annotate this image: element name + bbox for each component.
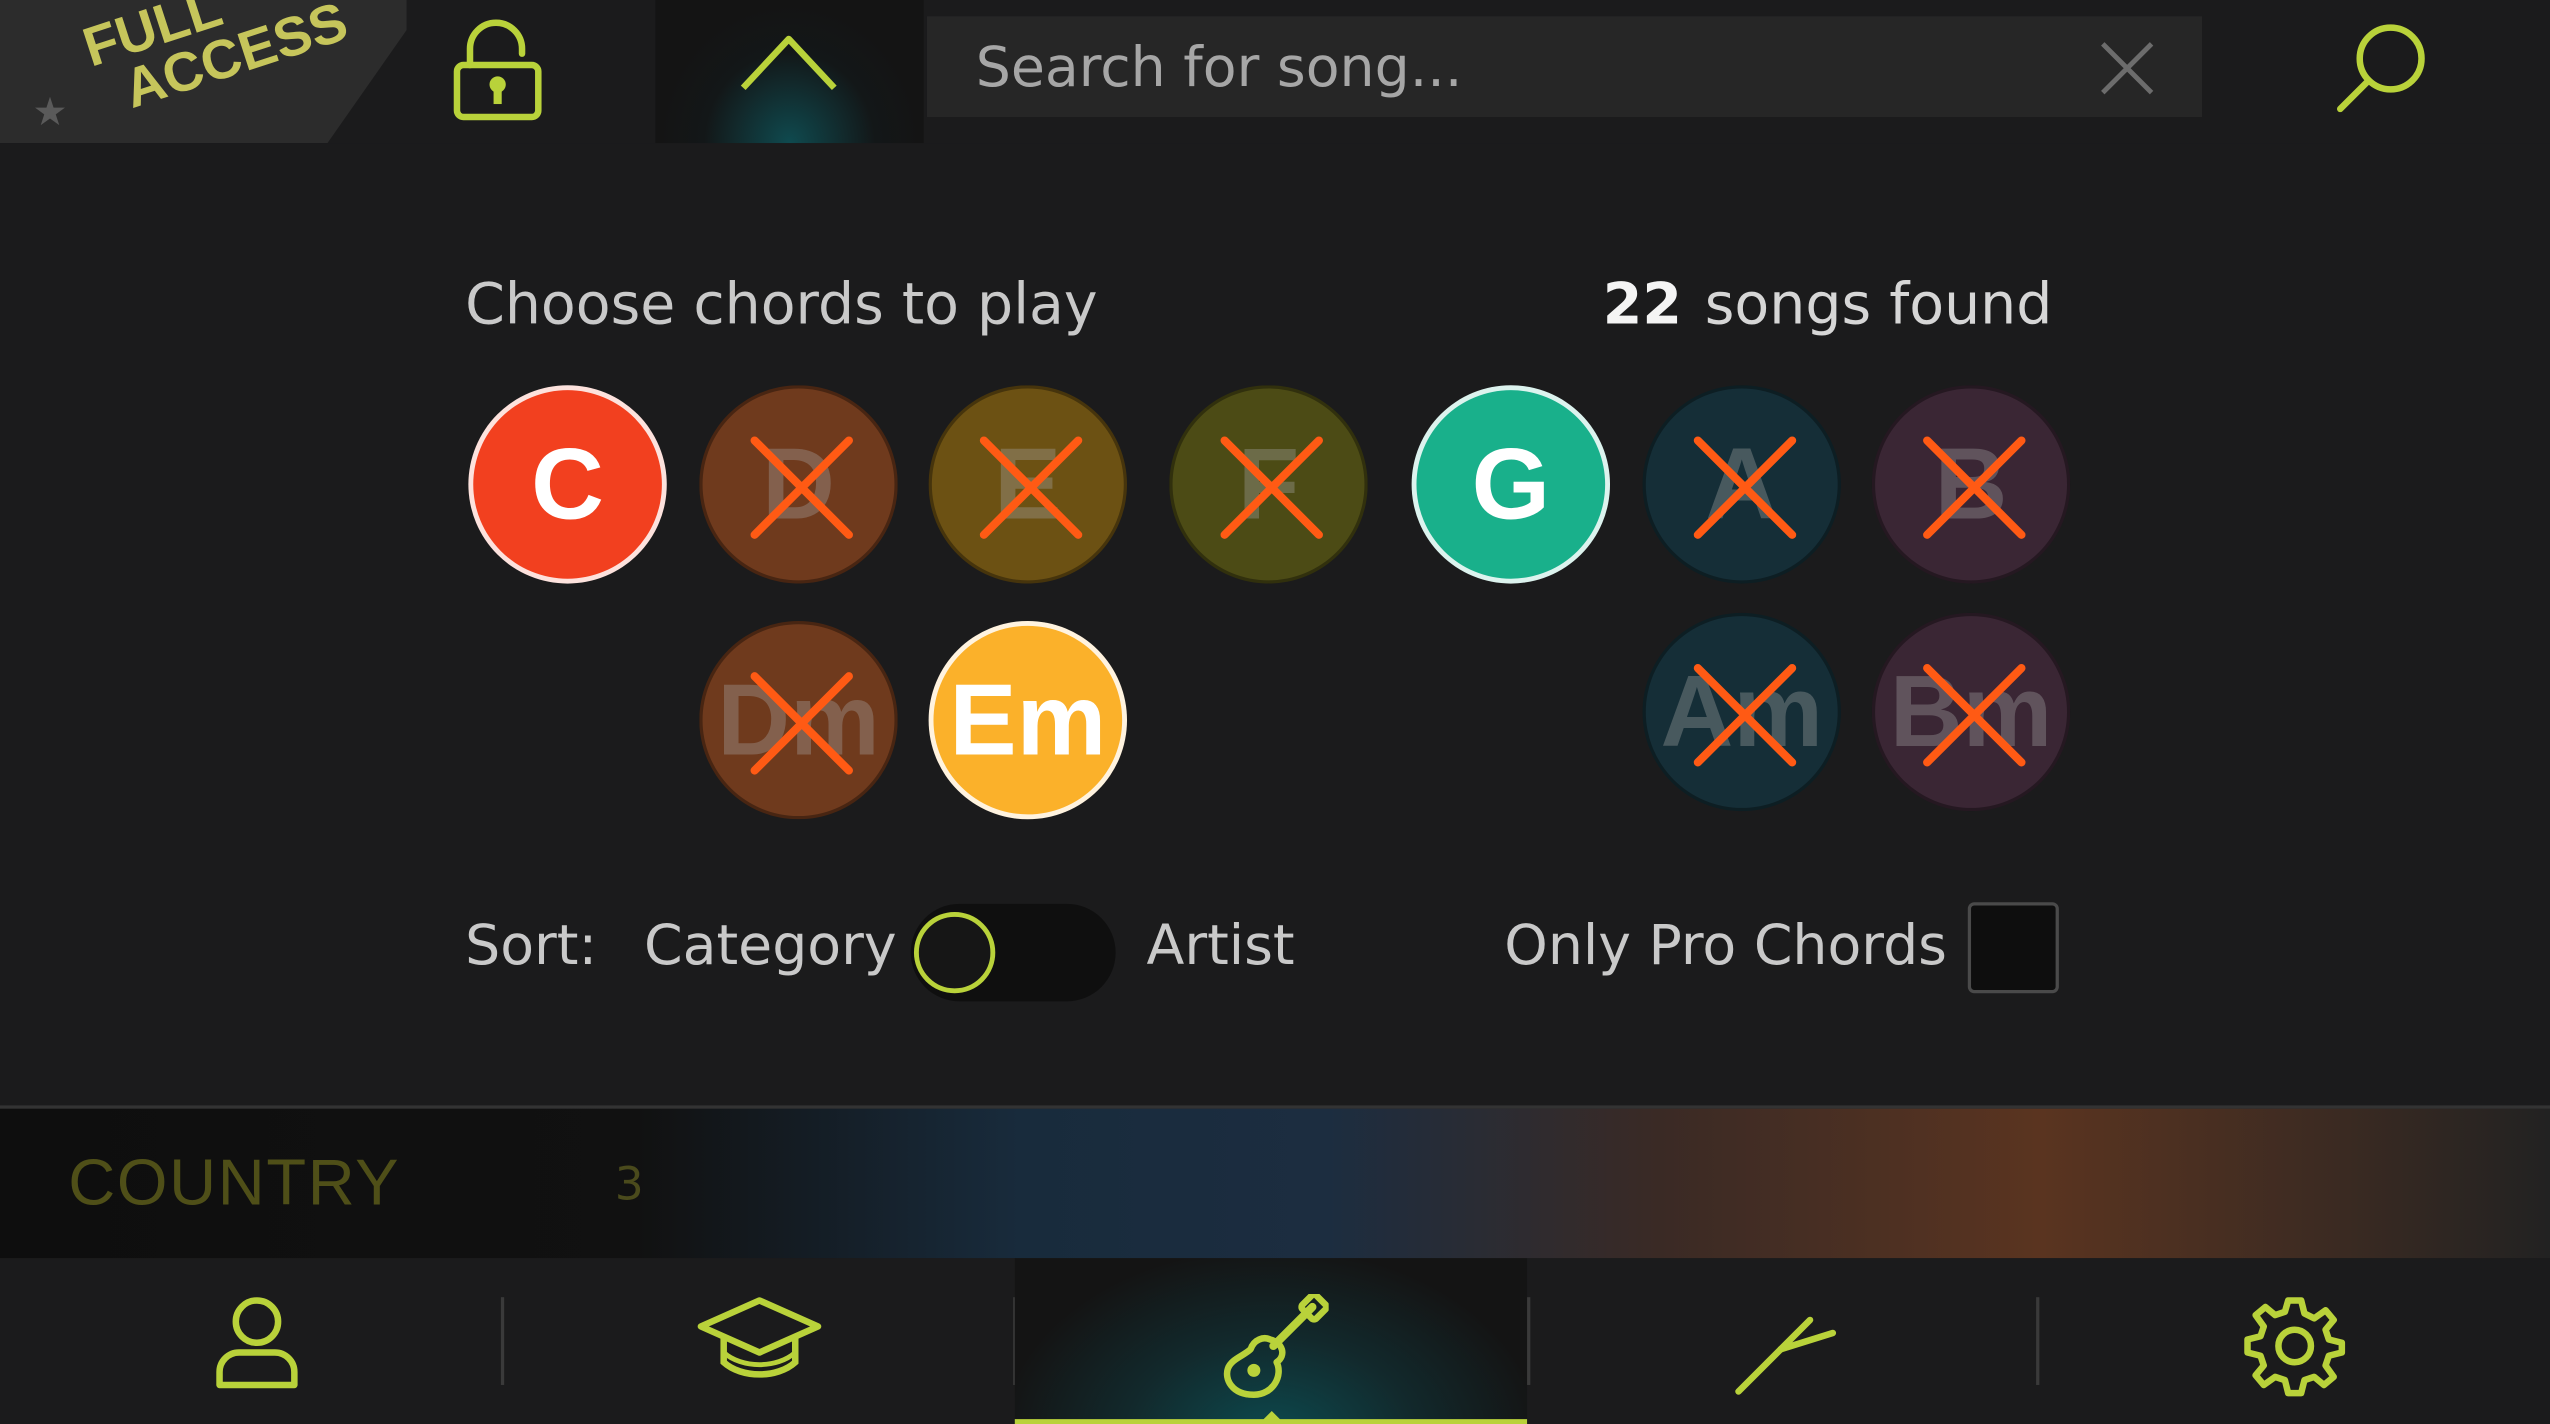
- nav-songs[interactable]: [1014, 1258, 1528, 1424]
- nav-settings[interactable]: [2038, 1258, 2550, 1424]
- chord-button-em[interactable]: Em: [928, 620, 1128, 820]
- search-input[interactable]: [972, 26, 2053, 111]
- clear-search-icon[interactable]: [2098, 39, 2157, 98]
- chord-label: G: [1471, 428, 1551, 541]
- full-access-badge: FULL ACCESS ★: [0, 0, 407, 144]
- panel-title: Choose chords to play: [465, 273, 1098, 339]
- chord-button-f[interactable]: F: [1169, 385, 1368, 584]
- chord-button-a[interactable]: A: [1642, 385, 1841, 584]
- search-bar: [926, 16, 2202, 118]
- songs-found: 22 songs found: [1603, 273, 2053, 338]
- toggle-knob: [913, 911, 996, 994]
- nav-lessons[interactable]: [503, 1258, 1015, 1424]
- sort-label: Sort:: [465, 913, 598, 979]
- padlock-icon: [453, 19, 542, 121]
- chord-label: Em: [949, 664, 1107, 777]
- tuning-fork-icon: [1734, 1316, 1836, 1395]
- songs-found-label: songs found: [1704, 273, 2053, 339]
- app-root: FULL ACCESS ★ Search for song... Choose …: [0, 0, 2550, 1424]
- nav-tuner[interactable]: [1529, 1258, 2041, 1424]
- chord-button-dm[interactable]: Dm: [699, 620, 898, 820]
- collapse-filter-tab[interactable]: [655, 0, 924, 144]
- sort-option-artist[interactable]: Artist: [1147, 914, 1295, 979]
- category-name: COUNTRY: [68, 1147, 401, 1220]
- search-icon: [2336, 24, 2425, 113]
- guitar-icon: [1223, 1293, 1328, 1398]
- chevron-up-icon: [740, 35, 837, 90]
- person-icon: [215, 1297, 297, 1389]
- gear-icon: [2243, 1297, 2345, 1397]
- deselected-cross-icon: [1220, 436, 1323, 539]
- deselected-cross-icon: [1693, 664, 1797, 767]
- songs-found-count: 22: [1602, 273, 1683, 339]
- chord-button-bm[interactable]: Bm: [1871, 612, 2071, 812]
- sort-toggle[interactable]: [910, 903, 1116, 1002]
- deselected-cross-icon: [1693, 436, 1797, 539]
- unlock-button[interactable]: [449, 16, 547, 123]
- sort-option-category[interactable]: Category: [644, 914, 897, 979]
- search-button[interactable]: [2329, 16, 2436, 123]
- only-pro-chords-label: Only Pro Chords: [1504, 913, 1947, 979]
- deselected-cross-icon: [1923, 664, 2026, 767]
- deselected-cross-icon: [979, 436, 1083, 539]
- chord-button-d[interactable]: D: [699, 385, 898, 584]
- category-count: 3: [614, 1157, 644, 1212]
- nav-profile[interactable]: [0, 1258, 512, 1424]
- bottom-nav: [0, 1258, 2550, 1424]
- deselected-cross-icon: [750, 672, 853, 775]
- category-row[interactable]: COUNTRY 3: [0, 1105, 2550, 1259]
- top-bar: FULL ACCESS ★: [0, 0, 2550, 144]
- chord-label: C: [531, 428, 604, 541]
- chord-button-am[interactable]: Am: [1642, 612, 1841, 812]
- deselected-cross-icon: [750, 436, 853, 539]
- chord-button-c[interactable]: C: [468, 385, 667, 584]
- chord-button-g[interactable]: G: [1411, 385, 1611, 584]
- deselected-cross-icon: [1923, 436, 2026, 539]
- graduation-cap-icon: [696, 1297, 821, 1378]
- active-tab-caret: [1257, 1410, 1284, 1424]
- chord-button-b[interactable]: B: [1871, 385, 2071, 584]
- chord-button-e[interactable]: E: [928, 385, 1128, 584]
- only-pro-chords-checkbox[interactable]: [1967, 902, 2059, 994]
- star-icon: ★: [32, 89, 68, 135]
